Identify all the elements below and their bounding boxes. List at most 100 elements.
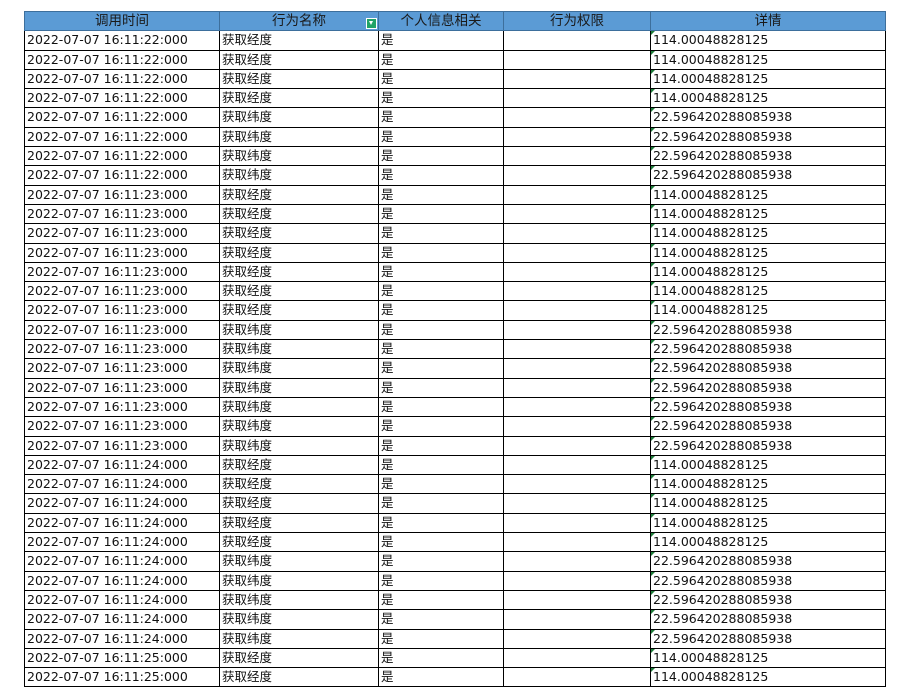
cell-action-name[interactable]: 获取经度 xyxy=(219,30,379,51)
cell-action-name[interactable]: 获取纬度 xyxy=(219,165,379,186)
cell-call-time[interactable]: 2022-07-07 16:11:24:000 xyxy=(24,455,220,476)
cell-permission[interactable] xyxy=(503,667,651,687)
cell-permission[interactable] xyxy=(503,223,651,244)
cell-call-time[interactable]: 2022-07-07 16:11:23:000 xyxy=(24,204,220,225)
cell-action-name[interactable]: 获取纬度 xyxy=(219,107,379,128)
cell-personal-info[interactable]: 是 xyxy=(378,339,504,360)
cell-detail[interactable]: 22.596420288085938 xyxy=(650,551,886,572)
cell-permission[interactable] xyxy=(503,571,651,591)
cell-call-time[interactable]: 2022-07-07 16:11:23:000 xyxy=(24,397,220,418)
cell-permission[interactable] xyxy=(503,88,651,109)
cell-detail[interactable]: 22.596420288085938 xyxy=(650,378,886,398)
cell-detail[interactable]: 114.00048828125 xyxy=(650,455,886,476)
cell-detail[interactable]: 114.00048828125 xyxy=(650,648,886,669)
cell-detail[interactable]: 22.596420288085938 xyxy=(650,629,886,649)
cell-permission[interactable] xyxy=(503,358,651,379)
cell-detail[interactable]: 114.00048828125 xyxy=(650,493,886,514)
cell-detail[interactable]: 114.00048828125 xyxy=(650,513,886,534)
cell-action-name[interactable]: 获取经度 xyxy=(219,223,379,244)
cell-call-time[interactable]: 2022-07-07 16:11:24:000 xyxy=(24,590,220,611)
cell-personal-info[interactable]: 是 xyxy=(378,532,504,553)
cell-call-time[interactable]: 2022-07-07 16:11:24:000 xyxy=(24,609,220,630)
cell-detail[interactable]: 114.00048828125 xyxy=(650,243,886,263)
cell-action-name[interactable]: 获取纬度 xyxy=(219,320,379,341)
cell-detail[interactable]: 114.00048828125 xyxy=(650,30,886,51)
cell-detail[interactable]: 114.00048828125 xyxy=(650,204,886,225)
header-call-time[interactable]: 调用时间 xyxy=(24,10,220,32)
cell-call-time[interactable]: 2022-07-07 16:11:23:000 xyxy=(24,320,220,341)
cell-action-name[interactable]: 获取经度 xyxy=(219,69,379,90)
cell-permission[interactable] xyxy=(503,300,651,321)
cell-personal-info[interactable]: 是 xyxy=(378,629,504,649)
cell-detail[interactable]: 22.596420288085938 xyxy=(650,107,886,128)
cell-call-time[interactable]: 2022-07-07 16:11:23:000 xyxy=(24,300,220,321)
cell-permission[interactable] xyxy=(503,629,651,649)
cell-detail[interactable]: 114.00048828125 xyxy=(650,50,886,70)
cell-personal-info[interactable]: 是 xyxy=(378,397,504,418)
cell-call-time[interactable]: 2022-07-07 16:11:25:000 xyxy=(24,667,220,687)
cell-call-time[interactable]: 2022-07-07 16:11:23:000 xyxy=(24,243,220,263)
cell-call-time[interactable]: 2022-07-07 16:11:24:000 xyxy=(24,571,220,591)
cell-personal-info[interactable]: 是 xyxy=(378,50,504,70)
cell-call-time[interactable]: 2022-07-07 16:11:24:000 xyxy=(24,551,220,572)
cell-action-name[interactable]: 获取纬度 xyxy=(219,436,379,456)
cell-call-time[interactable]: 2022-07-07 16:11:22:000 xyxy=(24,50,220,70)
cell-call-time[interactable]: 2022-07-07 16:11:22:000 xyxy=(24,69,220,90)
cell-action-name[interactable]: 获取纬度 xyxy=(219,378,379,398)
header-action-name[interactable]: 行为名称 xyxy=(219,10,379,32)
cell-permission[interactable] xyxy=(503,455,651,476)
cell-action-name[interactable]: 获取经度 xyxy=(219,88,379,109)
cell-detail[interactable]: 22.596420288085938 xyxy=(650,436,886,456)
cell-permission[interactable] xyxy=(503,243,651,263)
cell-personal-info[interactable]: 是 xyxy=(378,436,504,456)
cell-call-time[interactable]: 2022-07-07 16:11:23:000 xyxy=(24,339,220,360)
cell-permission[interactable] xyxy=(503,339,651,360)
cell-call-time[interactable]: 2022-07-07 16:11:24:000 xyxy=(24,474,220,495)
cell-permission[interactable] xyxy=(503,397,651,418)
cell-action-name[interactable]: 获取经度 xyxy=(219,474,379,495)
cell-action-name[interactable]: 获取经度 xyxy=(219,455,379,476)
cell-personal-info[interactable]: 是 xyxy=(378,69,504,90)
cell-personal-info[interactable]: 是 xyxy=(378,127,504,148)
cell-detail[interactable]: 22.596420288085938 xyxy=(650,127,886,148)
cell-detail[interactable]: 22.596420288085938 xyxy=(650,339,886,360)
cell-detail[interactable]: 114.00048828125 xyxy=(650,532,886,553)
cell-action-name[interactable]: 获取经度 xyxy=(219,513,379,534)
cell-personal-info[interactable]: 是 xyxy=(378,667,504,687)
cell-call-time[interactable]: 2022-07-07 16:11:24:000 xyxy=(24,513,220,534)
cell-action-name[interactable]: 获取纬度 xyxy=(219,127,379,148)
cell-personal-info[interactable]: 是 xyxy=(378,204,504,225)
cell-call-time[interactable]: 2022-07-07 16:11:23:000 xyxy=(24,358,220,379)
cell-personal-info[interactable]: 是 xyxy=(378,281,504,302)
cell-permission[interactable] xyxy=(503,107,651,128)
cell-permission[interactable] xyxy=(503,165,651,186)
cell-permission[interactable] xyxy=(503,281,651,302)
cell-detail[interactable]: 22.596420288085938 xyxy=(650,358,886,379)
cell-call-time[interactable]: 2022-07-07 16:11:25:000 xyxy=(24,648,220,669)
cell-action-name[interactable]: 获取纬度 xyxy=(219,629,379,649)
cell-personal-info[interactable]: 是 xyxy=(378,416,504,437)
cell-personal-info[interactable]: 是 xyxy=(378,551,504,572)
cell-detail[interactable]: 114.00048828125 xyxy=(650,223,886,244)
cell-permission[interactable] xyxy=(503,204,651,225)
cell-call-time[interactable]: 2022-07-07 16:11:24:000 xyxy=(24,629,220,649)
cell-personal-info[interactable]: 是 xyxy=(378,590,504,611)
cell-detail[interactable]: 22.596420288085938 xyxy=(650,416,886,437)
cell-personal-info[interactable]: 是 xyxy=(378,107,504,128)
cell-personal-info[interactable]: 是 xyxy=(378,262,504,283)
cell-detail[interactable]: 114.00048828125 xyxy=(650,185,886,205)
cell-personal-info[interactable]: 是 xyxy=(378,88,504,109)
cell-personal-info[interactable]: 是 xyxy=(378,243,504,263)
cell-call-time[interactable]: 2022-07-07 16:11:22:000 xyxy=(24,107,220,128)
cell-permission[interactable] xyxy=(503,551,651,572)
cell-permission[interactable] xyxy=(503,127,651,148)
cell-call-time[interactable]: 2022-07-07 16:11:23:000 xyxy=(24,223,220,244)
cell-personal-info[interactable]: 是 xyxy=(378,320,504,341)
cell-call-time[interactable]: 2022-07-07 16:11:24:000 xyxy=(24,532,220,553)
cell-permission[interactable] xyxy=(503,30,651,51)
cell-call-time[interactable]: 2022-07-07 16:11:22:000 xyxy=(24,127,220,148)
cell-personal-info[interactable]: 是 xyxy=(378,455,504,476)
cell-personal-info[interactable]: 是 xyxy=(378,358,504,379)
cell-permission[interactable] xyxy=(503,416,651,437)
cell-permission[interactable] xyxy=(503,609,651,630)
